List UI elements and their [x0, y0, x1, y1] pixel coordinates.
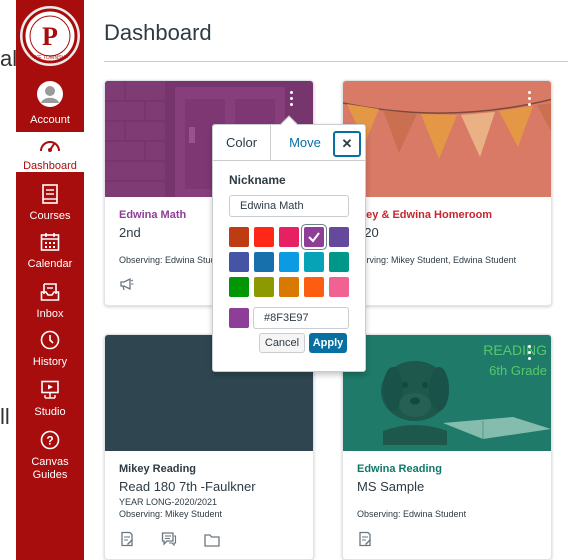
- color-swatch[interactable]: [229, 227, 249, 247]
- nav-label-account: Account: [30, 114, 70, 126]
- color-swatch[interactable]: [304, 252, 324, 272]
- close-popover-button[interactable]: ✕: [333, 131, 361, 157]
- assignments-icon[interactable]: [119, 531, 135, 552]
- nav-label-calendar: Calendar: [27, 258, 73, 270]
- card-color-popover: Color Move ✕ Nickname Cancel Apply: [212, 115, 366, 372]
- card-hero-image: READING 6th Grade: [343, 335, 551, 451]
- nav-label-canvas-guides-line2: Guides: [32, 469, 68, 481]
- close-icon: ✕: [341, 136, 353, 151]
- nav-item-studio[interactable]: Studio: [16, 380, 84, 420]
- nav-item-history[interactable]: History: [16, 330, 84, 370]
- color-swatch[interactable]: [304, 277, 324, 297]
- course-card-edwina-reading[interactable]: READING 6th Grade Edwina Reading MS Samp…: [342, 334, 552, 560]
- card-course-name[interactable]: Edwina Reading: [357, 463, 442, 475]
- announcements-icon[interactable]: [119, 277, 135, 296]
- hero-text-reading: READING: [483, 342, 547, 358]
- nav-item-calendar[interactable]: Calendar: [16, 232, 84, 272]
- files-icon[interactable]: [204, 533, 220, 552]
- logo-emblem-icon: P PIKE TOWNSHIP: [22, 8, 78, 64]
- hex-color-input[interactable]: [253, 307, 349, 329]
- card-hero[interactable]: READING 6th Grade: [343, 335, 551, 451]
- card-observing: Observing: Mikey Student: [119, 509, 223, 519]
- history-icon: [16, 330, 84, 354]
- assignments-icon[interactable]: [357, 531, 373, 552]
- canvas-dashboard: al ll P PIKE TOWNSHIP Account Dashboard: [0, 0, 568, 560]
- nav-label-studio: Studio: [34, 406, 66, 418]
- account-icon: [16, 80, 84, 112]
- card-observing: Observing: Edwina Stude: [119, 255, 221, 265]
- card-actions: [119, 277, 157, 295]
- clipped-left-text-bottom: ll: [0, 404, 10, 429]
- clipped-left-text-top: al: [0, 46, 18, 71]
- nav-item-courses[interactable]: Courses: [16, 184, 84, 224]
- apply-button[interactable]: Apply: [309, 333, 347, 353]
- nav-label-history: History: [32, 356, 68, 368]
- card-options-kebab-icon[interactable]: [289, 91, 295, 109]
- nav-item-canvas-guides[interactable]: ? Canvas Guides: [16, 430, 84, 482]
- selected-color-preview: [229, 308, 249, 328]
- color-swatch[interactable]: [254, 277, 274, 297]
- color-swatch[interactable]: [329, 227, 349, 247]
- checkmark-icon: [308, 232, 320, 243]
- nickname-label: Nickname: [229, 173, 286, 187]
- card-course-code: 2nd: [119, 225, 141, 240]
- cancel-button[interactable]: Cancel: [259, 333, 305, 353]
- discussions-icon[interactable]: [161, 531, 177, 552]
- hero-text-grade: 6th Grade: [489, 363, 547, 378]
- logo-letter: P: [42, 22, 58, 51]
- color-swatch[interactable]: [279, 227, 299, 247]
- card-actions: [357, 531, 395, 549]
- card-course-name[interactable]: Edwina Math: [119, 209, 186, 221]
- card-course-code: MS Sample: [357, 479, 425, 494]
- courses-icon: [16, 184, 84, 208]
- course-card-homeroom[interactable]: ikey & Edwina Homeroom 020 serving: Mike…: [342, 80, 552, 306]
- nav-item-dashboard[interactable]: Dashboard: [16, 132, 84, 172]
- color-swatch[interactable]: [229, 252, 249, 272]
- nav-label-inbox: Inbox: [36, 308, 64, 320]
- nav-label-canvas-guides-line1: Canvas: [31, 456, 69, 468]
- nav-item-inbox[interactable]: Inbox: [16, 282, 84, 322]
- card-course-name[interactable]: ikey & Edwina Homeroom: [357, 209, 492, 221]
- inbox-icon: [16, 282, 84, 306]
- card-options-kebab-icon[interactable]: [527, 345, 533, 363]
- nav-label-dashboard: Dashboard: [23, 160, 77, 172]
- card-observing: serving: Mikey Student, Edwina Student: [357, 255, 517, 265]
- card-actions: [119, 531, 242, 549]
- school-logo[interactable]: P PIKE TOWNSHIP: [20, 6, 80, 66]
- color-swatch[interactable]: [254, 227, 274, 247]
- color-swatch[interactable]: [279, 277, 299, 297]
- card-course-name[interactable]: Mikey Reading: [119, 463, 196, 475]
- card-hero[interactable]: [343, 81, 551, 197]
- color-swatch[interactable]: [279, 252, 299, 272]
- nickname-input[interactable]: [229, 195, 349, 217]
- global-navigation: P PIKE TOWNSHIP Account Dashboard Course…: [16, 0, 84, 560]
- logo-caption: PIKE TOWNSHIP: [30, 55, 70, 61]
- tab-color[interactable]: Color: [213, 125, 271, 161]
- nav-label-courses: Courses: [29, 210, 71, 222]
- card-course-code: Read 180 7th -Faulkner: [119, 479, 256, 494]
- header-divider: [104, 61, 568, 62]
- color-swatch[interactable]: [254, 252, 274, 272]
- color-swatch[interactable]: [304, 227, 324, 247]
- dashboard-icon: [16, 136, 84, 158]
- calendar-icon: [16, 232, 84, 256]
- card-observing: Observing: Edwina Student: [357, 509, 467, 519]
- card-hero-image: [343, 81, 551, 197]
- tab-move[interactable]: Move: [279, 125, 331, 161]
- color-swatch[interactable]: [329, 277, 349, 297]
- card-options-kebab-icon[interactable]: [527, 91, 533, 109]
- nav-item-account[interactable]: Account: [16, 80, 84, 126]
- page-title: Dashboard: [104, 20, 212, 45]
- color-swatch[interactable]: [229, 277, 249, 297]
- card-term: YEAR LONG-2020/2021: [119, 497, 218, 507]
- studio-icon: [16, 380, 84, 404]
- svg-text:?: ?: [46, 434, 53, 448]
- help-icon: ?: [16, 430, 84, 454]
- color-swatch[interactable]: [329, 252, 349, 272]
- popover-tabs: Color Move ✕: [213, 125, 365, 161]
